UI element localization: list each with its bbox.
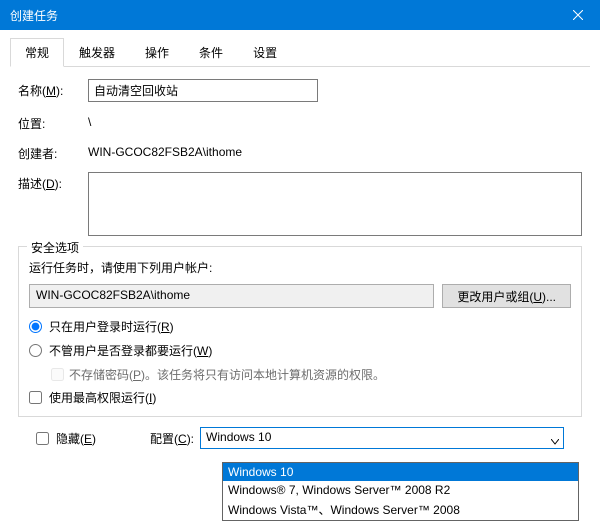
creator-value: WIN-GCOC82FSB2A\ithome: [88, 142, 242, 159]
hidden-label: 隐藏(E): [56, 430, 96, 447]
chevron-down-icon: [551, 434, 559, 448]
nopassword-checkbox: [51, 368, 64, 381]
description-textarea[interactable]: [88, 172, 582, 236]
tab-conditions[interactable]: 条件: [184, 38, 238, 67]
config-select[interactable]: Windows 10: [200, 427, 564, 449]
radio-always-label: 不管用户是否登录都要运行(W): [49, 342, 212, 359]
window-title: 创建任务: [10, 7, 555, 24]
nopassword-label: 不存储密码(P)。该任务将只有访问本地计算机资源的权限。: [69, 366, 385, 383]
tab-bar: 常规 触发器 操作 条件 设置: [10, 38, 590, 67]
radio-loggedon-label: 只在用户登录时运行(R): [49, 318, 174, 335]
config-option-0[interactable]: Windows 10: [223, 463, 578, 481]
tab-actions[interactable]: 操作: [130, 38, 184, 67]
config-option-2[interactable]: Windows Vista™、Windows Server™ 2008: [223, 499, 578, 520]
name-label: 名称(M):: [18, 79, 88, 99]
radio-always[interactable]: [29, 344, 42, 357]
radio-loggedon-row[interactable]: 只在用户登录时运行(R): [29, 318, 571, 335]
radio-loggedon[interactable]: [29, 320, 42, 333]
tab-content: 名称(M): 位置: \ 创建者: WIN-GCOC82FSB2A\ithome…: [0, 67, 600, 449]
config-dropdown[interactable]: Windows 10 Windows® 7, Windows Server™ 2…: [222, 462, 579, 521]
tab-general[interactable]: 常规: [10, 38, 64, 67]
security-prompt: 运行任务时，请使用下列用户帐户:: [29, 259, 571, 276]
location-label: 位置:: [18, 112, 88, 132]
hidden-checkbox[interactable]: [36, 432, 49, 445]
name-input[interactable]: [88, 79, 318, 102]
config-option-1[interactable]: Windows® 7, Windows Server™ 2008 R2: [223, 481, 578, 499]
security-legend: 安全选项: [27, 239, 83, 256]
tab-triggers[interactable]: 触发器: [64, 38, 130, 67]
close-button[interactable]: [555, 0, 600, 30]
user-account-box: WIN-GCOC82FSB2A\ithome: [29, 284, 434, 308]
change-user-button[interactable]: 更改用户或组(U)...: [442, 284, 571, 308]
hidden-row[interactable]: 隐藏(E): [36, 430, 96, 447]
highest-priv-label: 使用最高权限运行(I): [49, 389, 156, 406]
location-value: \: [88, 112, 91, 129]
close-icon: [573, 10, 583, 20]
config-value: Windows 10: [206, 430, 271, 444]
creator-label: 创建者:: [18, 142, 88, 162]
security-fieldset: 安全选项 运行任务时，请使用下列用户帐户: WIN-GCOC82FSB2A\it…: [18, 246, 582, 417]
radio-always-row[interactable]: 不管用户是否登录都要运行(W): [29, 342, 571, 359]
title-bar: 创建任务: [0, 0, 600, 30]
highest-priv-row[interactable]: 使用最高权限运行(I): [29, 389, 571, 406]
nopassword-row: 不存储密码(P)。该任务将只有访问本地计算机资源的权限。: [51, 366, 571, 383]
description-label: 描述(D):: [18, 172, 88, 192]
highest-priv-checkbox[interactable]: [29, 391, 42, 404]
config-label: 配置(C):: [150, 430, 194, 447]
tab-settings[interactable]: 设置: [238, 38, 292, 67]
